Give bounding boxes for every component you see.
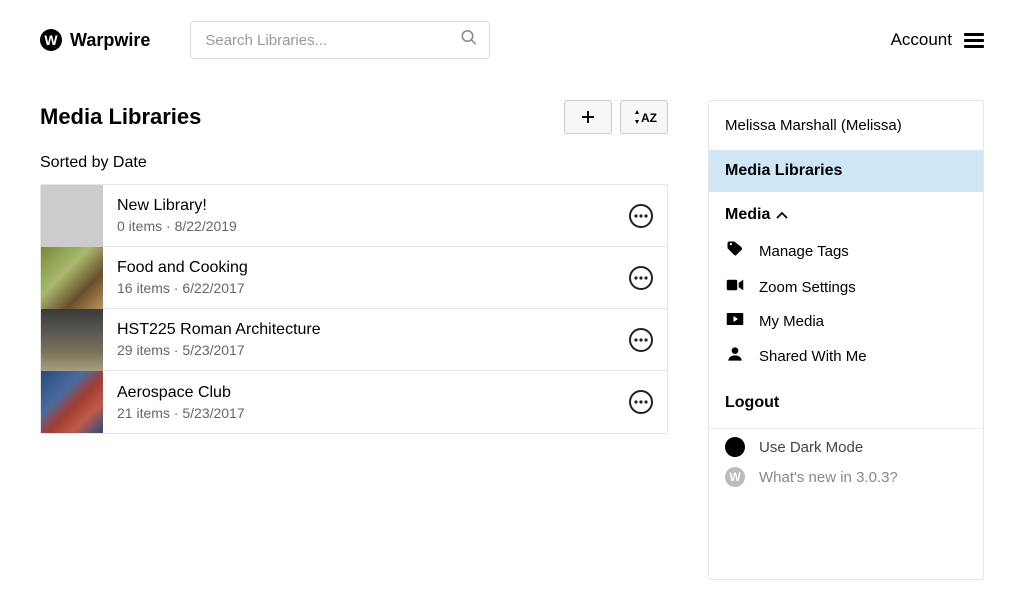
play-icon — [725, 312, 745, 330]
search-input[interactable] — [190, 21, 490, 59]
panel-footer: Use Dark Mode W What's new in 3.0.3? — [709, 431, 983, 493]
library-text: HST225 Roman Architecture 29 items · 5/2… — [103, 321, 321, 358]
more-button[interactable] — [629, 266, 653, 290]
video-icon — [725, 278, 745, 296]
more-icon — [634, 276, 648, 280]
library-list: New Library! 0 items · 8/22/2019 Food an… — [40, 184, 668, 434]
dark-mode-label: Use Dark Mode — [759, 439, 863, 456]
brand[interactable]: W Warpwire — [40, 29, 150, 51]
panel-item-zoom-settings[interactable]: Zoom Settings — [725, 270, 967, 304]
plus-icon — [579, 108, 597, 126]
panel-active-item[interactable]: Media Libraries — [709, 150, 983, 192]
panel-item-shared-with-me[interactable]: Shared With Me — [725, 338, 967, 374]
more-icon — [634, 400, 648, 404]
search — [190, 21, 490, 59]
title-row: Media Libraries AZ — [40, 100, 668, 134]
library-row[interactable]: HST225 Roman Architecture 29 items · 5/2… — [41, 309, 667, 371]
sort-button[interactable]: AZ — [620, 100, 668, 134]
library-row[interactable]: New Library! 0 items · 8/22/2019 — [41, 185, 667, 247]
library-thumbnail — [41, 185, 103, 247]
svg-text:AZ: AZ — [641, 111, 657, 125]
library-title: New Library! — [117, 197, 237, 215]
library-row[interactable]: Aerospace Club 21 items · 5/23/2017 — [41, 371, 667, 433]
library-text: Food and Cooking 16 items · 6/22/2017 — [103, 259, 248, 296]
library-title: HST225 Roman Architecture — [117, 321, 321, 339]
panel-items: Manage Tags Zoom Settings My Media Share… — [709, 232, 983, 380]
panel-divider — [709, 428, 983, 429]
title-actions: AZ — [564, 100, 668, 134]
library-thumbnail — [41, 309, 103, 371]
warpwire-badge-icon: W — [725, 467, 745, 487]
panel-item-label: Manage Tags — [759, 243, 849, 260]
more-button[interactable] — [629, 390, 653, 414]
sorted-by-label: Sorted by Date — [40, 154, 668, 172]
library-thumbnail — [41, 371, 103, 433]
account-label[interactable]: Account — [891, 30, 952, 50]
dark-circle-icon — [725, 437, 745, 457]
header: W Warpwire Account — [0, 0, 1024, 80]
left-column: Media Libraries AZ Sorted by Date — [40, 80, 668, 434]
library-text: Aerospace Club 21 items · 5/23/2017 — [103, 384, 245, 421]
add-button[interactable] — [564, 100, 612, 134]
search-icon[interactable] — [460, 29, 478, 52]
brand-name: Warpwire — [70, 30, 150, 51]
library-meta: 0 items · 8/22/2019 — [117, 218, 237, 234]
panel-item-my-media[interactable]: My Media — [725, 304, 967, 338]
page-title: Media Libraries — [40, 104, 201, 130]
library-text: New Library! 0 items · 8/22/2019 — [103, 197, 237, 234]
more-icon — [634, 214, 648, 218]
panel-item-label: My Media — [759, 313, 824, 330]
library-meta: 21 items · 5/23/2017 — [117, 405, 245, 421]
panel-user: Melissa Marshall (Melissa) — [709, 101, 983, 150]
library-meta: 29 items · 5/23/2017 — [117, 342, 321, 358]
dark-mode-toggle[interactable]: Use Dark Mode — [725, 437, 967, 457]
more-icon — [634, 338, 648, 342]
panel-media-section[interactable]: Media — [709, 192, 983, 232]
tag-icon — [725, 240, 745, 262]
main: Media Libraries AZ Sorted by Date — [0, 80, 1024, 580]
chevron-up-icon — [776, 211, 788, 219]
account-area: Account — [891, 30, 984, 50]
sort-az-icon: AZ — [630, 107, 658, 127]
more-button[interactable] — [629, 204, 653, 228]
library-thumbnail — [41, 247, 103, 309]
library-row[interactable]: Food and Cooking 16 items · 6/22/2017 — [41, 247, 667, 309]
library-meta: 16 items · 6/22/2017 — [117, 280, 248, 296]
brand-logo-icon: W — [40, 29, 62, 51]
account-panel: Melissa Marshall (Melissa) Media Librari… — [708, 100, 984, 580]
panel-item-label: Zoom Settings — [759, 279, 856, 296]
panel-item-label: Shared With Me — [759, 348, 867, 365]
panel-logout[interactable]: Logout — [709, 380, 983, 426]
panel-item-manage-tags[interactable]: Manage Tags — [725, 232, 967, 270]
library-title: Food and Cooking — [117, 259, 248, 277]
more-button[interactable] — [629, 328, 653, 352]
hamburger-menu-icon[interactable] — [964, 33, 984, 48]
whats-new-link[interactable]: W What's new in 3.0.3? — [725, 467, 967, 487]
panel-section-label: Media — [725, 206, 770, 224]
person-icon — [725, 346, 745, 366]
whats-new-label: What's new in 3.0.3? — [759, 469, 898, 486]
library-title: Aerospace Club — [117, 384, 245, 402]
